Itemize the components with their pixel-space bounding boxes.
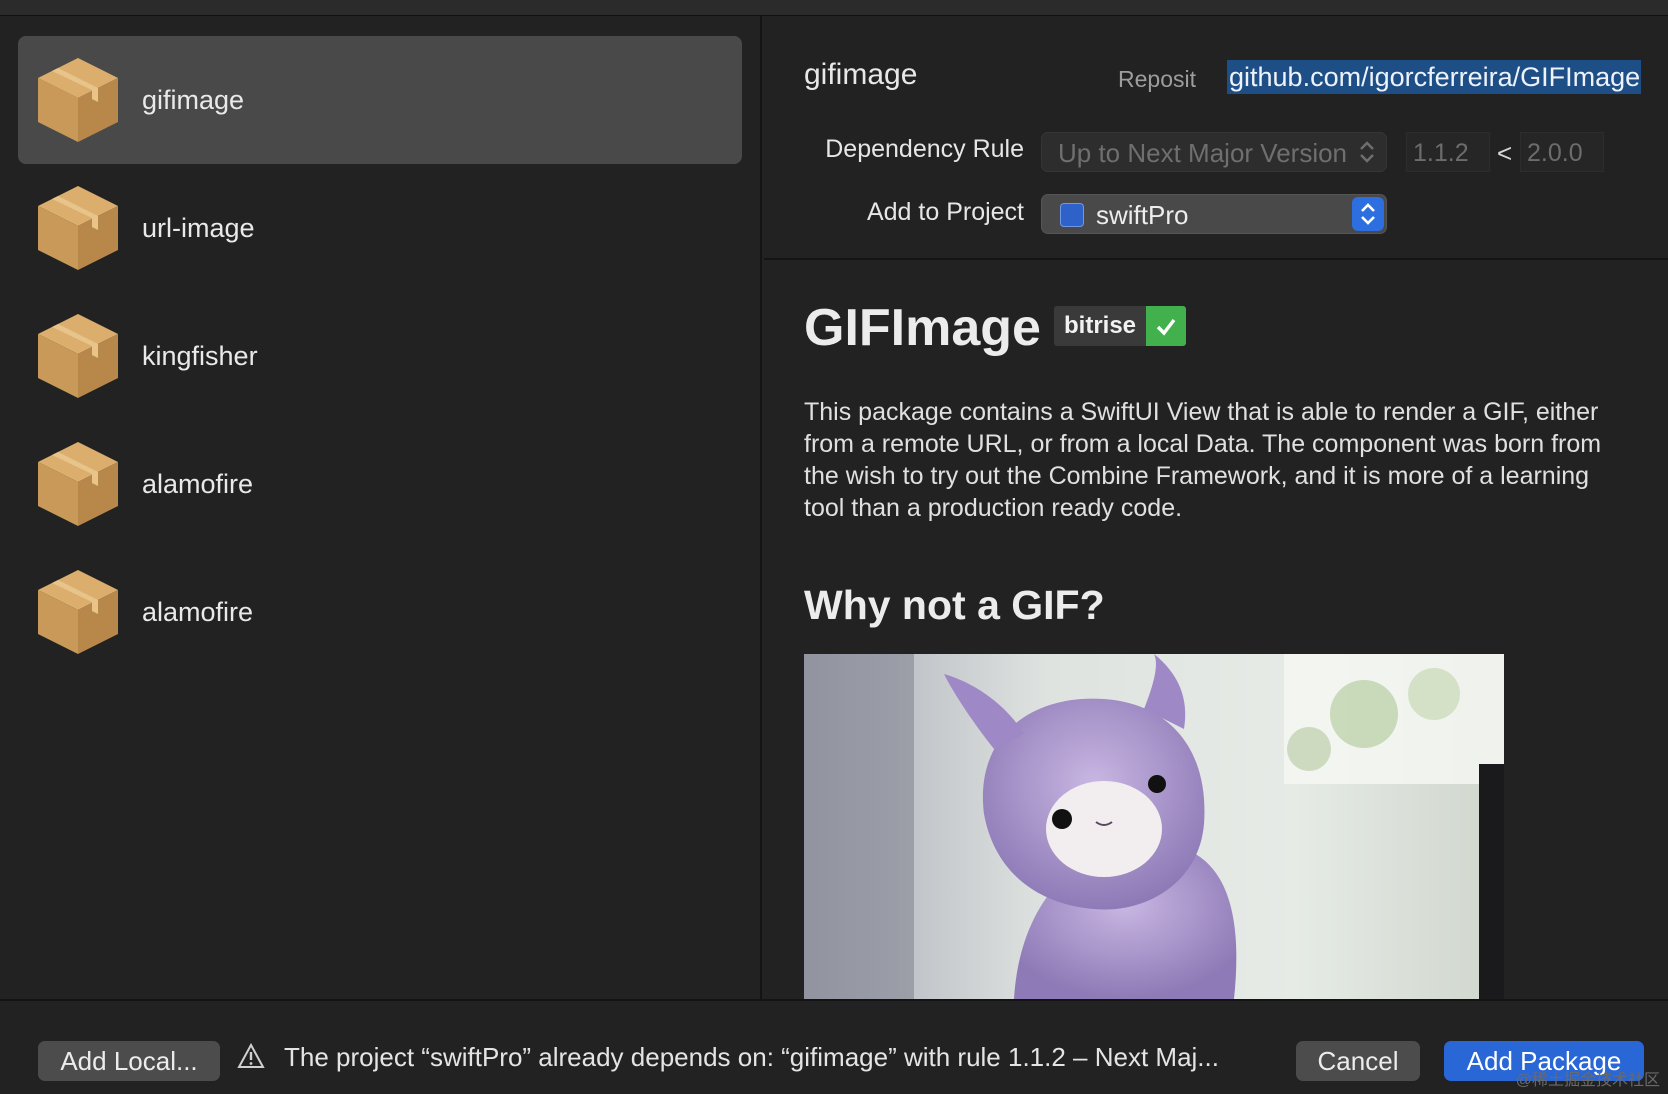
package-box-icon bbox=[38, 442, 118, 526]
package-box-icon bbox=[38, 186, 118, 270]
bitrise-badge[interactable]: bitrise bbox=[1054, 306, 1187, 346]
package-name: alamofire bbox=[142, 597, 254, 627]
alpaca-gif-image bbox=[804, 654, 1504, 999]
watermark: @稀土掘金技术社区 bbox=[1515, 1072, 1660, 1089]
badge-label: bitrise bbox=[1054, 306, 1147, 346]
package-box-icon bbox=[38, 314, 118, 398]
chevron-updown-icon bbox=[1360, 141, 1374, 163]
version-separator: < bbox=[1497, 138, 1513, 168]
checkmark-icon bbox=[1146, 306, 1187, 346]
dependency-rule-popup[interactable]: Up to Next Major Version bbox=[1041, 132, 1387, 172]
package-box-icon bbox=[38, 570, 118, 654]
package-name: url-image bbox=[142, 213, 255, 243]
detail-divider bbox=[764, 258, 1668, 260]
package-name: gifimage bbox=[142, 85, 245, 115]
package-box-icon bbox=[38, 58, 118, 142]
dependency-rule-label: Dependency Rule bbox=[825, 135, 1024, 163]
readme-paragraph: This package contains a SwiftUI View tha… bbox=[804, 398, 1602, 522]
chevron-updown-icon bbox=[1361, 203, 1375, 225]
package-name: alamofire bbox=[142, 469, 254, 499]
readme-heading: Why not a GIF? bbox=[804, 582, 1105, 628]
title-strip bbox=[0, 0, 1668, 16]
warning-message: The project “swiftPro” already depends o… bbox=[284, 1042, 1219, 1072]
package-list: gifimage url-image kingfisher alamofire … bbox=[0, 16, 762, 999]
project-value: swiftPro bbox=[1096, 200, 1189, 230]
cancel-button[interactable]: Cancel bbox=[1296, 1041, 1420, 1081]
dependency-rule-value: Up to Next Major Version bbox=[1058, 138, 1348, 168]
package-detail-pane: gifimage Reposit github.com/igorcferreir… bbox=[764, 16, 1668, 999]
add-local-button[interactable]: Add Local... bbox=[38, 1041, 220, 1081]
package-row-gifimage[interactable]: gifimage bbox=[18, 36, 742, 164]
package-name: kingfisher bbox=[142, 341, 258, 371]
package-row-alamofire-2[interactable]: alamofire bbox=[18, 548, 742, 676]
add-to-project-popup[interactable]: swiftPro bbox=[1041, 194, 1387, 234]
readme-title: GIFImage bbox=[804, 299, 1041, 357]
package-row-url-image[interactable]: url-image bbox=[18, 164, 742, 292]
warning-icon bbox=[237, 1043, 265, 1068]
version-max-field[interactable]: 2.0.0 bbox=[1520, 132, 1604, 172]
repository-url-field[interactable]: github.com/igorcferreira/GIFImage bbox=[1227, 60, 1641, 94]
dialog-footer: Add Local... The project “swiftPro” alre… bbox=[0, 999, 1668, 1094]
add-package-dialog: gifimage url-image kingfisher alamofire … bbox=[0, 0, 1668, 1094]
version-min-field[interactable]: 1.1.2 bbox=[1406, 132, 1490, 172]
popup-chevron-button bbox=[1352, 197, 1384, 231]
xcode-project-icon bbox=[1060, 203, 1084, 227]
package-row-alamofire[interactable]: alamofire bbox=[18, 420, 742, 548]
package-title: gifimage bbox=[804, 58, 918, 91]
add-to-project-label: Add to Project bbox=[866, 198, 1024, 226]
repository-label: Reposit bbox=[1118, 66, 1196, 92]
package-row-kingfisher[interactable]: kingfisher bbox=[18, 292, 742, 420]
